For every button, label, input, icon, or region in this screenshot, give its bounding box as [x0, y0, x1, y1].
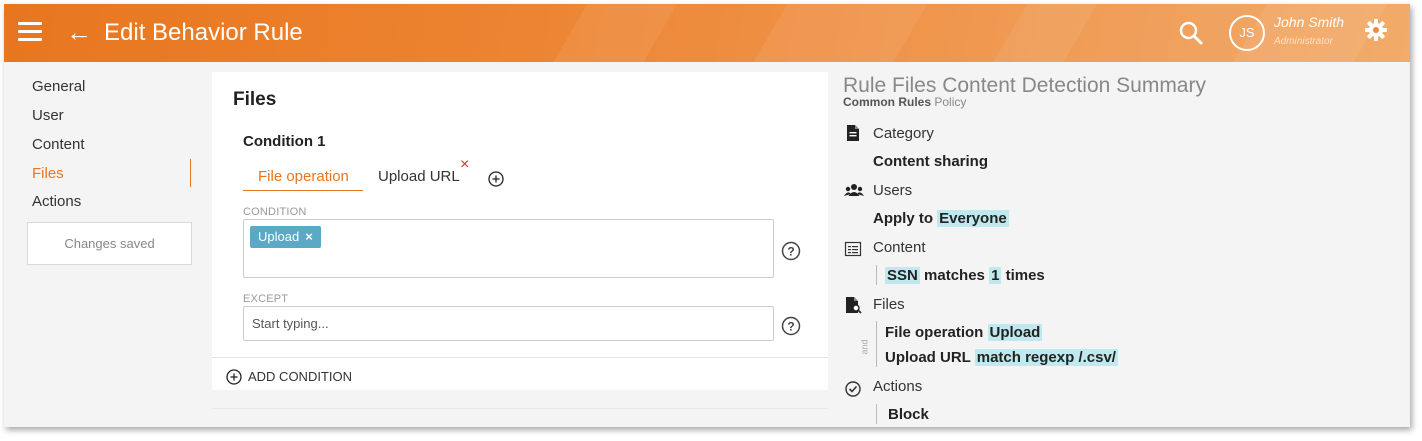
user-role: Administrator [1274, 36, 1333, 47]
users-value: Apply to Everyone [873, 210, 1009, 227]
upload-url-highlight: match regexp /.csv/ [974, 349, 1118, 366]
sidebar-item-files[interactable]: Files [32, 165, 64, 182]
svg-text:?: ? [787, 320, 794, 334]
summary-content-label: Content [873, 239, 926, 256]
active-tab-underline [243, 190, 363, 191]
close-tab-icon[interactable]: × [460, 156, 469, 174]
sidebar-item-content[interactable]: Content [32, 136, 85, 153]
search-icon[interactable] [1178, 20, 1204, 46]
sidebar: General User Content Files Actions Chang… [4, 62, 204, 427]
add-circle-icon [226, 369, 242, 385]
check-circle-icon [845, 381, 861, 397]
sidebar-item-actions[interactable]: Actions [32, 193, 81, 210]
summary-policy: Common Rules Policy [843, 95, 966, 109]
page-title: Edit Behavior Rule [104, 19, 303, 46]
active-indicator [190, 159, 191, 187]
help-icon[interactable]: ? [781, 316, 801, 336]
condition-title: Condition 1 [243, 133, 326, 150]
tab-file-operation[interactable]: File operation [258, 168, 349, 185]
menu-icon[interactable] [18, 22, 42, 42]
summary-actions-label: Actions [873, 378, 923, 395]
category-value: Content sharing [873, 153, 988, 170]
avatar[interactable]: JS [1229, 15, 1265, 51]
files-panel: Files Condition 1 File operation Upload … [212, 72, 828, 390]
upload-chip: Upload × [250, 226, 321, 248]
document-icon [847, 125, 859, 141]
files-bar [876, 321, 877, 367]
file-search-icon [846, 297, 862, 314]
app-header: ← Edit Behavior Rule JS John Smith Admin… [4, 4, 1410, 62]
changes-saved-status: Changes saved [27, 222, 192, 265]
upload-url-label: Upload URL [885, 349, 971, 366]
except-input[interactable] [243, 306, 774, 341]
actions-value: Block [888, 406, 929, 423]
gear-icon[interactable] [1364, 18, 1388, 42]
actions-bar [876, 404, 877, 424]
users-icon [844, 184, 864, 196]
content-value: SSN matches 1 times [885, 267, 1045, 284]
condition-label: CONDITION [243, 206, 307, 218]
content-bar [876, 265, 877, 285]
files-line-2: Upload URL match regexp /.csv/ [885, 349, 1118, 366]
help-icon[interactable]: ? [781, 241, 801, 261]
user-name: John Smith [1274, 14, 1345, 30]
policy-name: Common Rules [843, 95, 932, 109]
add-tab-icon[interactable] [488, 171, 504, 187]
sidebar-item-general[interactable]: General [32, 78, 85, 95]
summary-category-label: Category [873, 125, 934, 142]
files-line-1: File operation Upload [885, 324, 1043, 341]
except-label: EXCEPT [243, 293, 289, 305]
file-operation-highlight: Upload [987, 324, 1043, 341]
content-count-highlight: 1 [989, 267, 1002, 284]
file-operation-label: File operation [885, 324, 984, 341]
content-verb: matches [924, 267, 985, 284]
add-condition-label: ADD CONDITION [248, 369, 352, 384]
users-prefix: Apply to [873, 210, 933, 227]
remove-chip-icon[interactable]: × [305, 229, 313, 244]
policy-suffix: Policy [934, 95, 967, 109]
users-highlight: Everyone [937, 210, 1009, 227]
summary-files-label: Files [873, 296, 905, 313]
chip-label: Upload [258, 229, 300, 244]
svg-text:?: ? [787, 245, 794, 259]
content-suffix: times [1005, 267, 1045, 284]
panel-title: Files [233, 89, 277, 110]
condition-field[interactable]: Upload × [243, 219, 774, 278]
summary-users-label: Users [873, 182, 913, 199]
back-arrow-icon[interactable]: ← [66, 18, 92, 46]
and-label: and [859, 339, 870, 355]
add-condition-button[interactable]: ADD CONDITION [226, 369, 352, 385]
tab-upload-url[interactable]: Upload URL [378, 168, 460, 185]
app-window: ← Edit Behavior Rule JS John Smith Admin… [4, 4, 1410, 427]
sidebar-item-user[interactable]: User [32, 107, 64, 124]
divider [212, 408, 828, 409]
content-list-icon [844, 241, 862, 257]
divider [212, 357, 828, 358]
content-type-highlight: SSN [885, 267, 920, 284]
